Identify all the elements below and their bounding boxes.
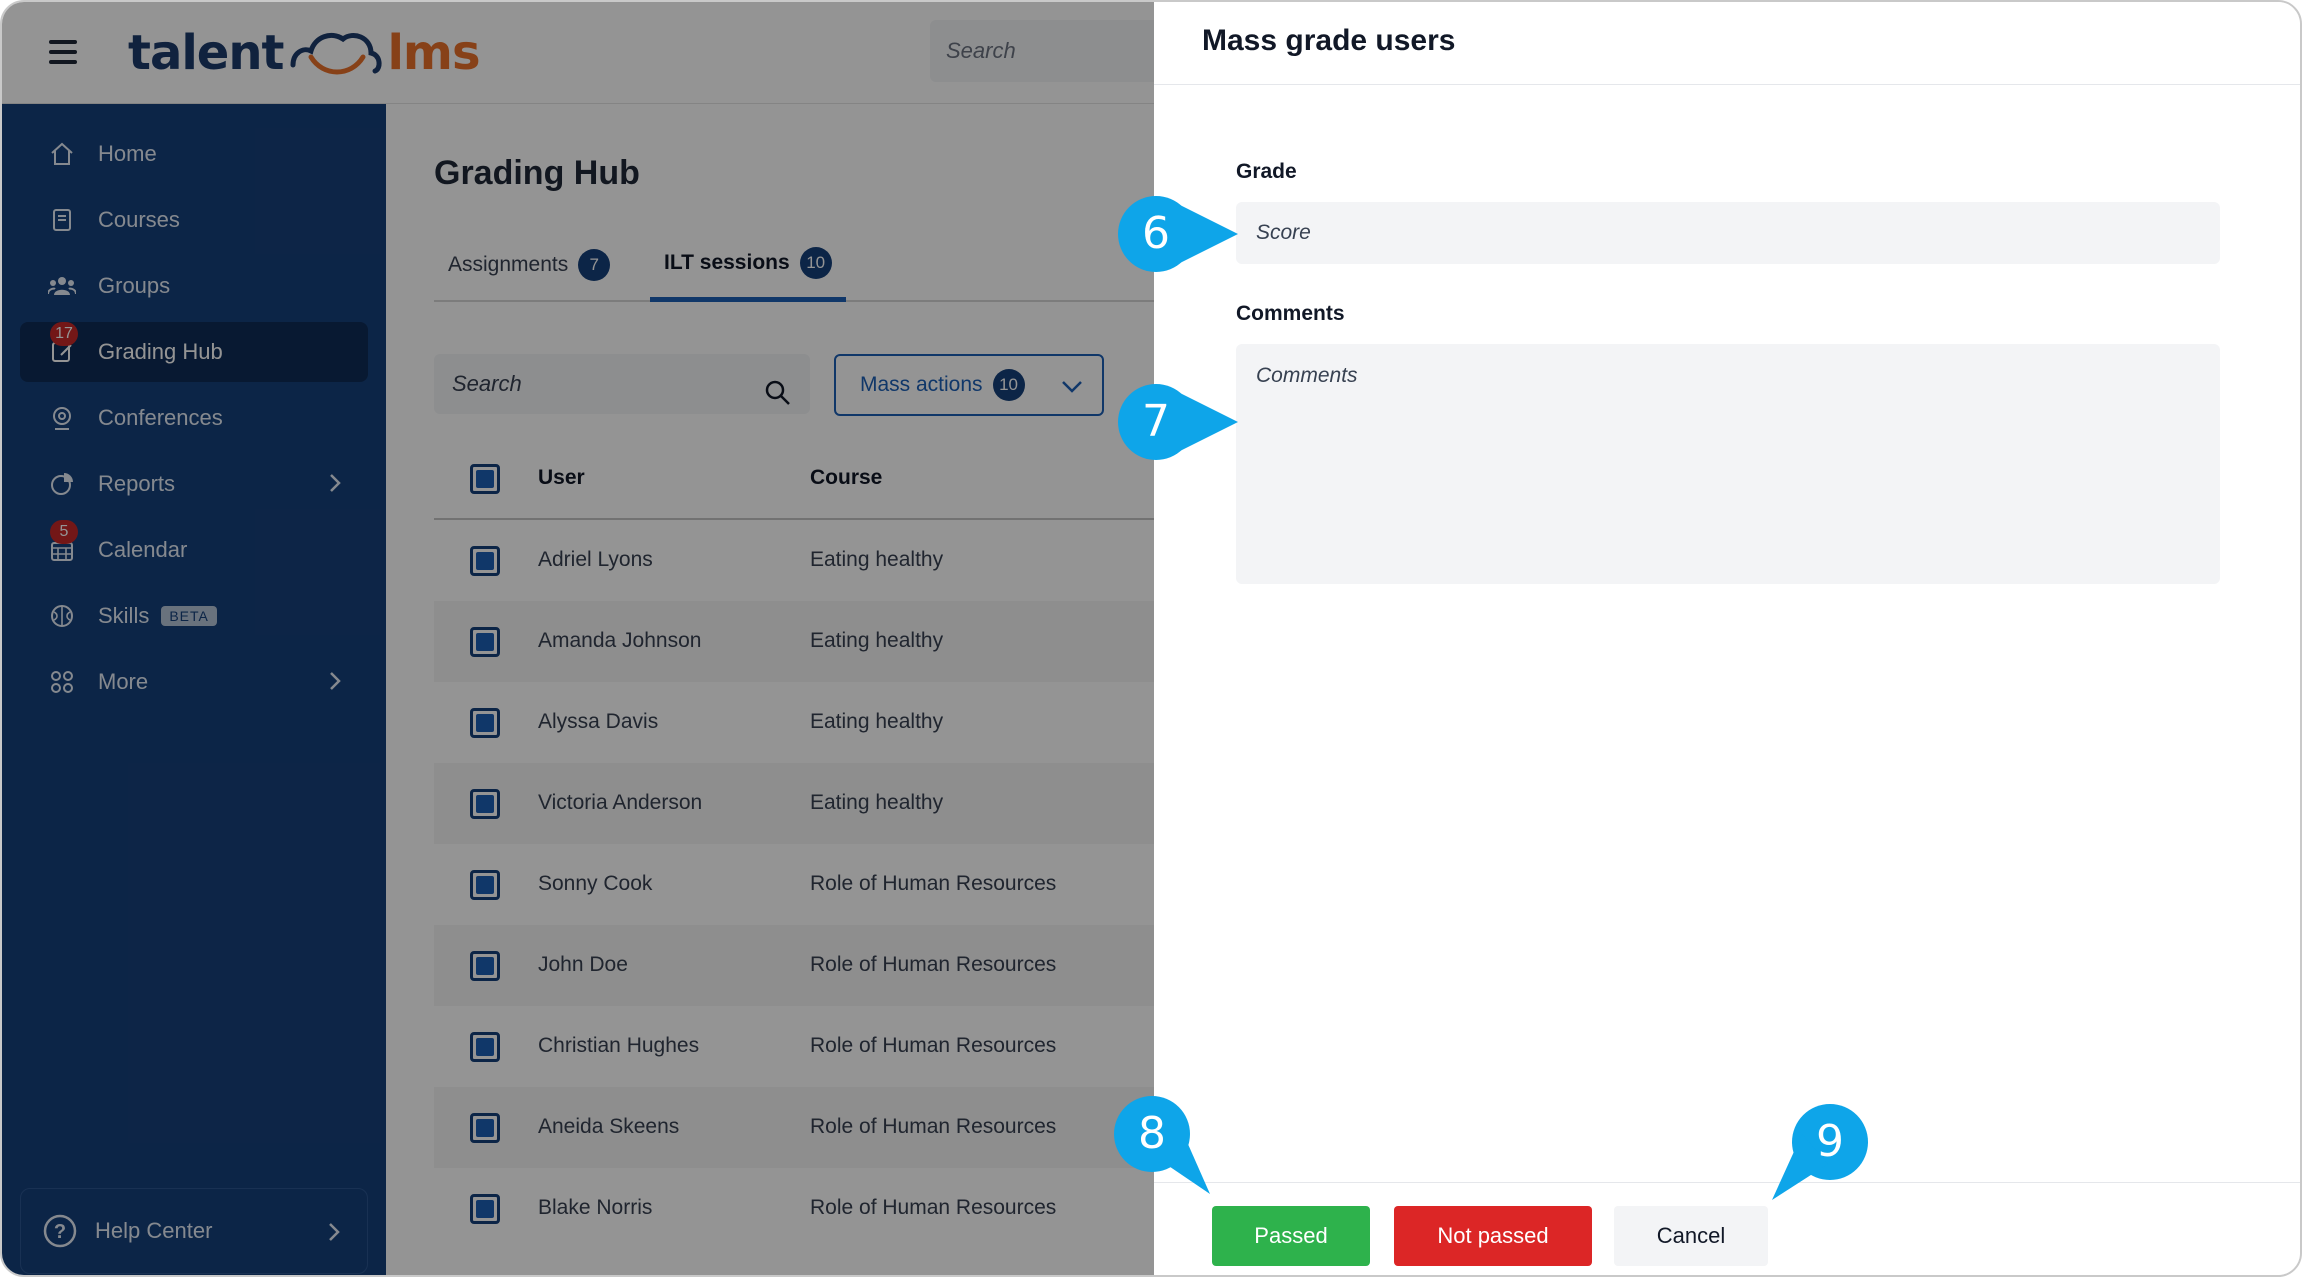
callout-marker-6: 6 xyxy=(1118,194,1238,314)
callout-marker-8: 8 xyxy=(1114,1096,1234,1196)
passed-button[interactable]: Passed xyxy=(1212,1206,1370,1266)
cancel-button[interactable]: Cancel xyxy=(1614,1206,1768,1266)
comments-textarea[interactable] xyxy=(1236,344,2220,584)
comments-label: Comments xyxy=(1236,302,1345,325)
modal-backdrop[interactable] xyxy=(2,2,1154,1275)
callout-number: 7 xyxy=(1142,396,1170,447)
grade-label: Grade xyxy=(1236,160,1297,183)
callout-number: 8 xyxy=(1138,1108,1166,1159)
not-passed-button[interactable]: Not passed xyxy=(1394,1206,1592,1266)
grade-score-input[interactable] xyxy=(1236,202,2220,264)
divider xyxy=(1154,84,2300,85)
callout-marker-9: 9 xyxy=(1772,1104,1892,1204)
callout-number: 6 xyxy=(1142,208,1170,259)
callout-number: 9 xyxy=(1816,1116,1844,1167)
callout-marker-7: 7 xyxy=(1118,382,1238,502)
app-window: talent lms Search Home Courses Groups 17… xyxy=(0,0,2302,1277)
divider xyxy=(1154,1182,2300,1183)
drawer-title: Mass grade users xyxy=(1202,24,1456,57)
mass-grade-drawer: Mass grade users Grade Comments Passed N… xyxy=(1154,2,2300,1275)
